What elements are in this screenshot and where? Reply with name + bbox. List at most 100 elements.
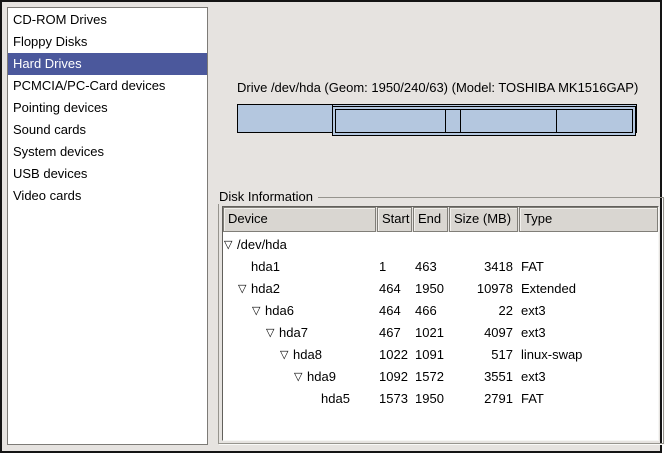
start-cell: 1573	[377, 388, 412, 410]
type-cell	[519, 234, 658, 256]
sidebar-item-label: Pointing devices	[13, 100, 108, 115]
expander-icon[interactable]: ▽	[294, 366, 307, 388]
type-cell: FAT	[519, 256, 658, 278]
device-cell: ▽ /dev/hda	[223, 234, 376, 256]
sidebar-item-hard-drives[interactable]: Hard Drives	[8, 53, 207, 75]
device-label: hda1	[251, 256, 280, 278]
size-cell: 3551	[449, 366, 518, 388]
table-row-hda8[interactable]: ▽ hda8 1022 1091 517 linux-swap	[223, 344, 658, 366]
partition-bar	[237, 104, 637, 133]
table-row-hda5[interactable]: hda5 1573 1950 2791 FAT	[223, 388, 658, 410]
sidebar-item-pcmcia-pc-card-devices[interactable]: PCMCIA/PC-Card devices	[8, 75, 207, 97]
type-cell: Extended	[519, 278, 658, 300]
device-label: hda5	[321, 388, 350, 410]
expander-icon[interactable]: ▽	[266, 322, 279, 344]
device-cell: hda1	[223, 256, 376, 278]
sidebar-item-cd-rom-drives[interactable]: CD-ROM Drives	[8, 9, 207, 31]
end-cell: 1950	[413, 388, 448, 410]
start-cell: 1092	[377, 366, 412, 388]
type-cell: ext3	[519, 322, 658, 344]
type-cell: FAT	[519, 388, 658, 410]
end-cell: 1091	[413, 344, 448, 366]
device-label: hda8	[293, 344, 322, 366]
start-cell: 1022	[377, 344, 412, 366]
type-cell: linux-swap	[519, 344, 658, 366]
table-row-hda7[interactable]: ▽ hda7 467 1021 4097 ext3	[223, 322, 658, 344]
partition-segment-hda9	[461, 110, 557, 132]
size-cell: 22	[449, 300, 518, 322]
table-row-dev-hda[interactable]: ▽ /dev/hda	[223, 234, 658, 256]
device-label: hda7	[279, 322, 308, 344]
end-cell: 466	[413, 300, 448, 322]
type-cell: ext3	[519, 300, 658, 322]
end-cell	[413, 234, 448, 256]
table-row-hda6[interactable]: ▽ hda6 464 466 22 ext3	[223, 300, 658, 322]
end-cell: 463	[413, 256, 448, 278]
end-cell: 1572	[413, 366, 448, 388]
sidebar-item-label: PCMCIA/PC-Card devices	[13, 78, 165, 93]
column-header-type[interactable]: Type	[519, 207, 658, 232]
expander-icon[interactable]: ▽	[224, 234, 237, 256]
expander-icon[interactable]: ▽	[252, 300, 265, 322]
device-cell: ▽ hda7	[223, 322, 376, 344]
size-cell: 4097	[449, 322, 518, 344]
size-cell: 2791	[449, 388, 518, 410]
hardware-browser-window: CD-ROM Drives Floppy Disks Hard Drives P…	[0, 0, 662, 453]
extended-partition-inner	[335, 109, 633, 133]
column-header-size-mb[interactable]: Size (MB)	[449, 207, 518, 232]
sidebar-item-sound-cards[interactable]: Sound cards	[8, 119, 207, 141]
table-row-hda9[interactable]: ▽ hda9 1092 1572 3551 ext3	[223, 366, 658, 388]
size-cell: 517	[449, 344, 518, 366]
start-cell: 464	[377, 300, 412, 322]
disk-table: Device Start End Size (MB) Type ▽ /dev/h…	[222, 206, 659, 441]
sidebar-item-label: Floppy Disks	[13, 34, 87, 49]
drive-title: Drive /dev/hda (Geom: 1950/240/63) (Mode…	[237, 80, 637, 95]
sidebar-item-video-cards[interactable]: Video cards	[8, 185, 207, 207]
start-cell: 1	[377, 256, 412, 278]
sidebar-item-label: Sound cards	[13, 122, 86, 137]
sidebar-item-label: Hard Drives	[13, 56, 82, 71]
column-header-end[interactable]: End	[413, 207, 448, 232]
expander-icon[interactable]: ▽	[280, 344, 293, 366]
sidebar-item-usb-devices[interactable]: USB devices	[8, 163, 207, 185]
sidebar-item-label: USB devices	[13, 166, 87, 181]
device-cell: ▽ hda6	[223, 300, 376, 322]
start-cell: 467	[377, 322, 412, 344]
start-cell: 464	[377, 278, 412, 300]
end-cell: 1950	[413, 278, 448, 300]
partition-segment-hda1	[238, 105, 333, 132]
device-cell: ▽ hda8	[223, 344, 376, 366]
expander-icon[interactable]: ▽	[238, 278, 251, 300]
sidebar-item-floppy-disks[interactable]: Floppy Disks	[8, 31, 207, 53]
table-row-hda2[interactable]: ▽ hda2 464 1950 10978 Extended	[223, 278, 658, 300]
device-cell: hda5	[223, 388, 376, 410]
type-cell: ext3	[519, 366, 658, 388]
column-header-device[interactable]: Device	[223, 207, 376, 232]
device-cell: ▽ hda9	[223, 366, 376, 388]
device-cell: ▽ hda2	[223, 278, 376, 300]
sidebar-item-system-devices[interactable]: System devices	[8, 141, 207, 163]
table-row-hda1[interactable]: hda1 1 463 3418 FAT	[223, 256, 658, 278]
extended-partition-box-hda2	[332, 106, 636, 136]
device-label: hda6	[265, 300, 294, 322]
size-cell: 3418	[449, 256, 518, 278]
column-header-start[interactable]: Start	[377, 207, 412, 232]
device-label: /dev/hda	[237, 234, 287, 256]
disk-information-frame-label: Disk Information	[218, 190, 318, 204]
end-cell: 1021	[413, 322, 448, 344]
size-cell	[449, 234, 518, 256]
device-label: hda2	[251, 278, 280, 300]
partition-segment-hda5	[557, 110, 632, 132]
partition-segment-hda7	[336, 110, 447, 132]
sidebar-item-label: CD-ROM Drives	[13, 12, 107, 27]
sidebar-list: CD-ROM Drives Floppy Disks Hard Drives P…	[7, 7, 208, 445]
start-cell	[377, 234, 412, 256]
size-cell: 10978	[449, 278, 518, 300]
sidebar-item-pointing-devices[interactable]: Pointing devices	[8, 97, 207, 119]
sidebar-item-label: System devices	[13, 144, 104, 159]
device-label: hda9	[307, 366, 336, 388]
disk-table-body: ▽ /dev/hda hda1 1 463 3418 FAT ▽ hda2 46…	[223, 232, 658, 410]
partition-segment-hda8	[446, 110, 460, 132]
sidebar-item-label: Video cards	[13, 188, 81, 203]
disk-table-header: Device Start End Size (MB) Type	[223, 207, 658, 232]
